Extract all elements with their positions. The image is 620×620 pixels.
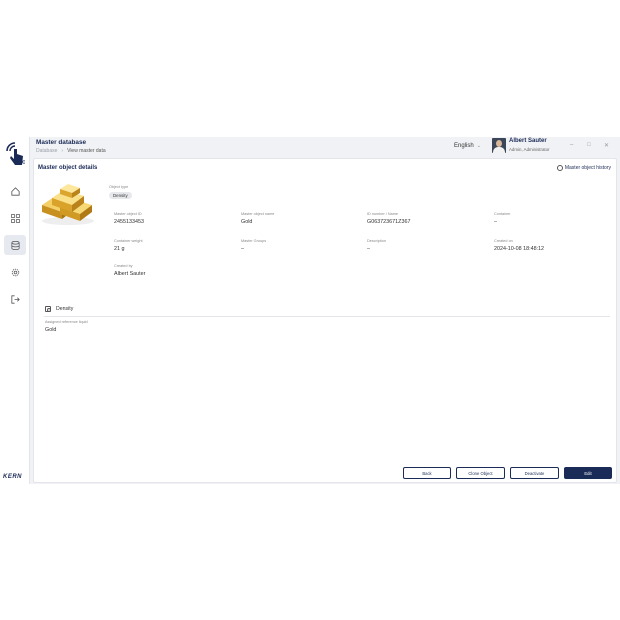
sidebar: KERN [0, 137, 30, 484]
app-window: KERN Master database Database › View maste… [0, 137, 620, 484]
deactivate-button[interactable]: Deactivate [510, 467, 559, 479]
field-label: Container weight [114, 239, 143, 243]
minimize-icon[interactable]: – [570, 142, 573, 148]
field-label: Master object ID [114, 212, 142, 216]
breadcrumb-separator: › [61, 148, 64, 154]
sidebar-item-logout[interactable] [4, 289, 26, 309]
field-label: Master Groups [241, 239, 267, 243]
clone-object-button[interactable]: Clone Object [456, 467, 505, 479]
density-section-title: Density [56, 306, 74, 312]
field-label: Master object name [241, 212, 275, 216]
history-label: Master object history [564, 165, 611, 171]
logout-icon [10, 294, 20, 304]
app-logo-icon [6, 142, 25, 165]
field-value: G063723671Z367 [367, 219, 411, 225]
field-value: – [494, 219, 497, 225]
object-type-badge: Density [109, 192, 132, 199]
field-value: 2455133453 [114, 219, 144, 225]
field-label: Description [367, 239, 386, 243]
field-label: Created by [114, 264, 133, 268]
sidebar-item-dashboard[interactable] [4, 208, 26, 228]
section-title: Master object details [38, 165, 98, 171]
chevron-down-icon: ⌄ [476, 143, 481, 149]
page-title: Master database [36, 139, 87, 146]
back-button[interactable]: Back [403, 467, 451, 479]
details-panel: Master object details Master object hist… [33, 158, 617, 483]
sidebar-item-settings[interactable] [4, 262, 26, 282]
field-value: – [367, 246, 370, 252]
history-icon [556, 165, 563, 171]
sidebar-item-database[interactable] [4, 235, 26, 255]
reference-liquid-label: Assigned reference liquid [45, 320, 88, 324]
kern-logo: KERN [3, 474, 23, 480]
field-value: Albert Sauter [114, 271, 146, 277]
object-type-label: Object type [109, 185, 129, 189]
breadcrumb-database[interactable]: Database [36, 148, 57, 154]
field-label: Container [494, 212, 511, 216]
avatar[interactable] [492, 138, 506, 153]
user-name: Albert Sauter [509, 138, 547, 144]
home-icon [10, 186, 20, 196]
field-value: 2024-10-08 18:48:12 [494, 246, 545, 252]
master-object-history-link[interactable]: Master object history [556, 165, 611, 171]
field-value: – [241, 246, 244, 252]
density-section-header: Density [45, 306, 74, 313]
field-label: Created on [494, 239, 513, 243]
breadcrumb: Database › View master data [36, 148, 106, 154]
divider [44, 316, 610, 317]
database-icon [10, 240, 20, 250]
grid-icon [10, 213, 20, 223]
reference-liquid-value: Gold [45, 327, 57, 333]
field-value: Gold [241, 219, 253, 225]
user-role: Admin, Administrator [509, 147, 550, 152]
field-value: 21 g [114, 246, 125, 252]
maximize-icon[interactable]: □ [587, 142, 591, 148]
top-bar: Master database Database › View master dat… [30, 137, 620, 157]
edit-button[interactable]: Edit [564, 467, 612, 479]
close-icon[interactable]: ✕ [604, 142, 609, 149]
field-label: ID number / Name [367, 212, 399, 216]
gold-bars-image [42, 184, 94, 225]
breadcrumb-current: View master data [67, 148, 106, 154]
language-select[interactable]: English ⌄ [454, 143, 481, 149]
scale-icon [45, 306, 52, 313]
gear-icon [11, 268, 19, 276]
language-value: English [454, 143, 474, 149]
sidebar-item-home[interactable] [4, 181, 26, 201]
